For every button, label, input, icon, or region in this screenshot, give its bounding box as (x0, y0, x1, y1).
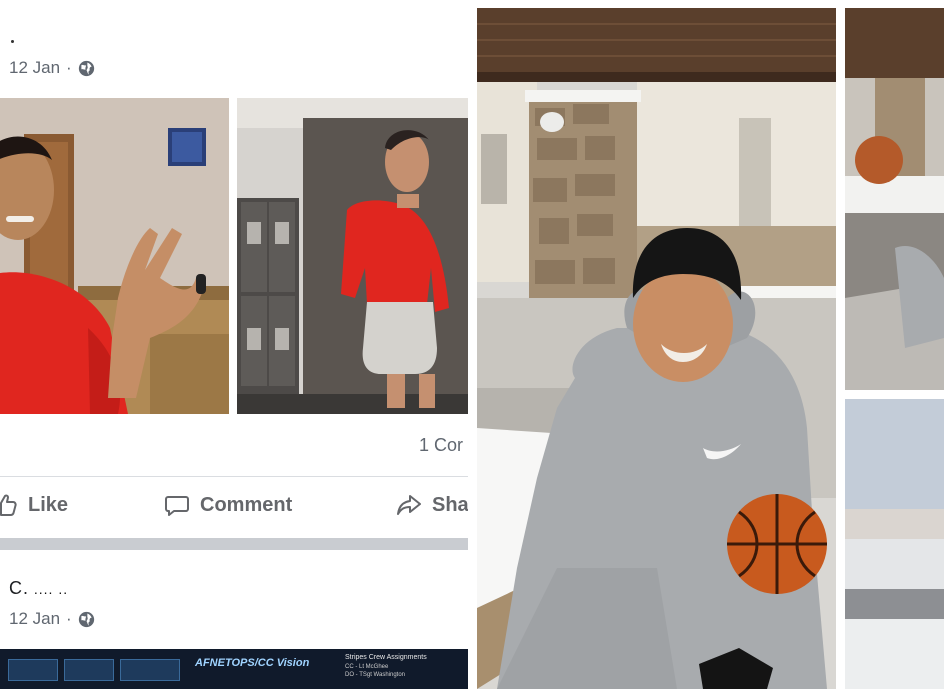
banner-side-line2: DO - TSgt Washington (345, 672, 406, 678)
side-photo-top[interactable] (845, 8, 944, 390)
like-button[interactable]: Like (0, 492, 68, 518)
banner-panel (8, 659, 58, 681)
divider-top (0, 476, 468, 477)
comment-button[interactable]: Comment (164, 492, 292, 518)
post2-author-trailing: .... .. (29, 581, 69, 597)
facebook-feed: 12 Jan · 1 Cor Like Comment Sha C. .... … (0, 0, 468, 689)
main-snow-photo[interactable] (477, 8, 836, 689)
post1-photo-1[interactable] (0, 98, 229, 414)
like-label: Like (28, 493, 69, 516)
thumbs-up-icon (0, 494, 17, 516)
comment-bubble-icon (165, 496, 189, 516)
banner-panel (64, 659, 114, 681)
banner-panel (120, 659, 180, 681)
share-label: Sha (432, 493, 468, 516)
side-photo-bottom[interactable] (845, 399, 944, 689)
pane-divider (468, 0, 477, 689)
banner-side-title: Stripes Crew Assignments (345, 654, 427, 661)
share-arrow-icon (397, 495, 421, 515)
post-separator (0, 538, 468, 550)
post1-separator: · (66, 58, 72, 77)
post1-date[interactable]: 12 Jan (9, 58, 60, 78)
post2-meta: 12 Jan · (9, 609, 95, 629)
banner-title: AFNETOPS/CC Vision (195, 657, 310, 669)
post2-banner-image[interactable]: AFNETOPS/CC Vision Stripes Crew Assignme… (0, 649, 468, 689)
share-button[interactable]: Sha (396, 492, 468, 518)
banner-side-line1: CC - Lt McGhee (345, 664, 389, 670)
post1-photo-2[interactable] (237, 98, 468, 414)
post2-author[interactable]: C. .... .. (9, 578, 68, 599)
comment-label: Comment (200, 493, 293, 516)
globe-icon (78, 611, 94, 627)
photo-gutter (836, 0, 845, 689)
post2-separator: · (66, 609, 72, 628)
comments-count[interactable]: 1 Cor (419, 435, 463, 456)
post1-meta: 12 Jan · (9, 58, 95, 78)
post2-author-name: C. (9, 578, 29, 598)
post1-author-fragment (11, 40, 14, 43)
post2-date[interactable]: 12 Jan (9, 609, 60, 629)
globe-icon (78, 60, 94, 76)
